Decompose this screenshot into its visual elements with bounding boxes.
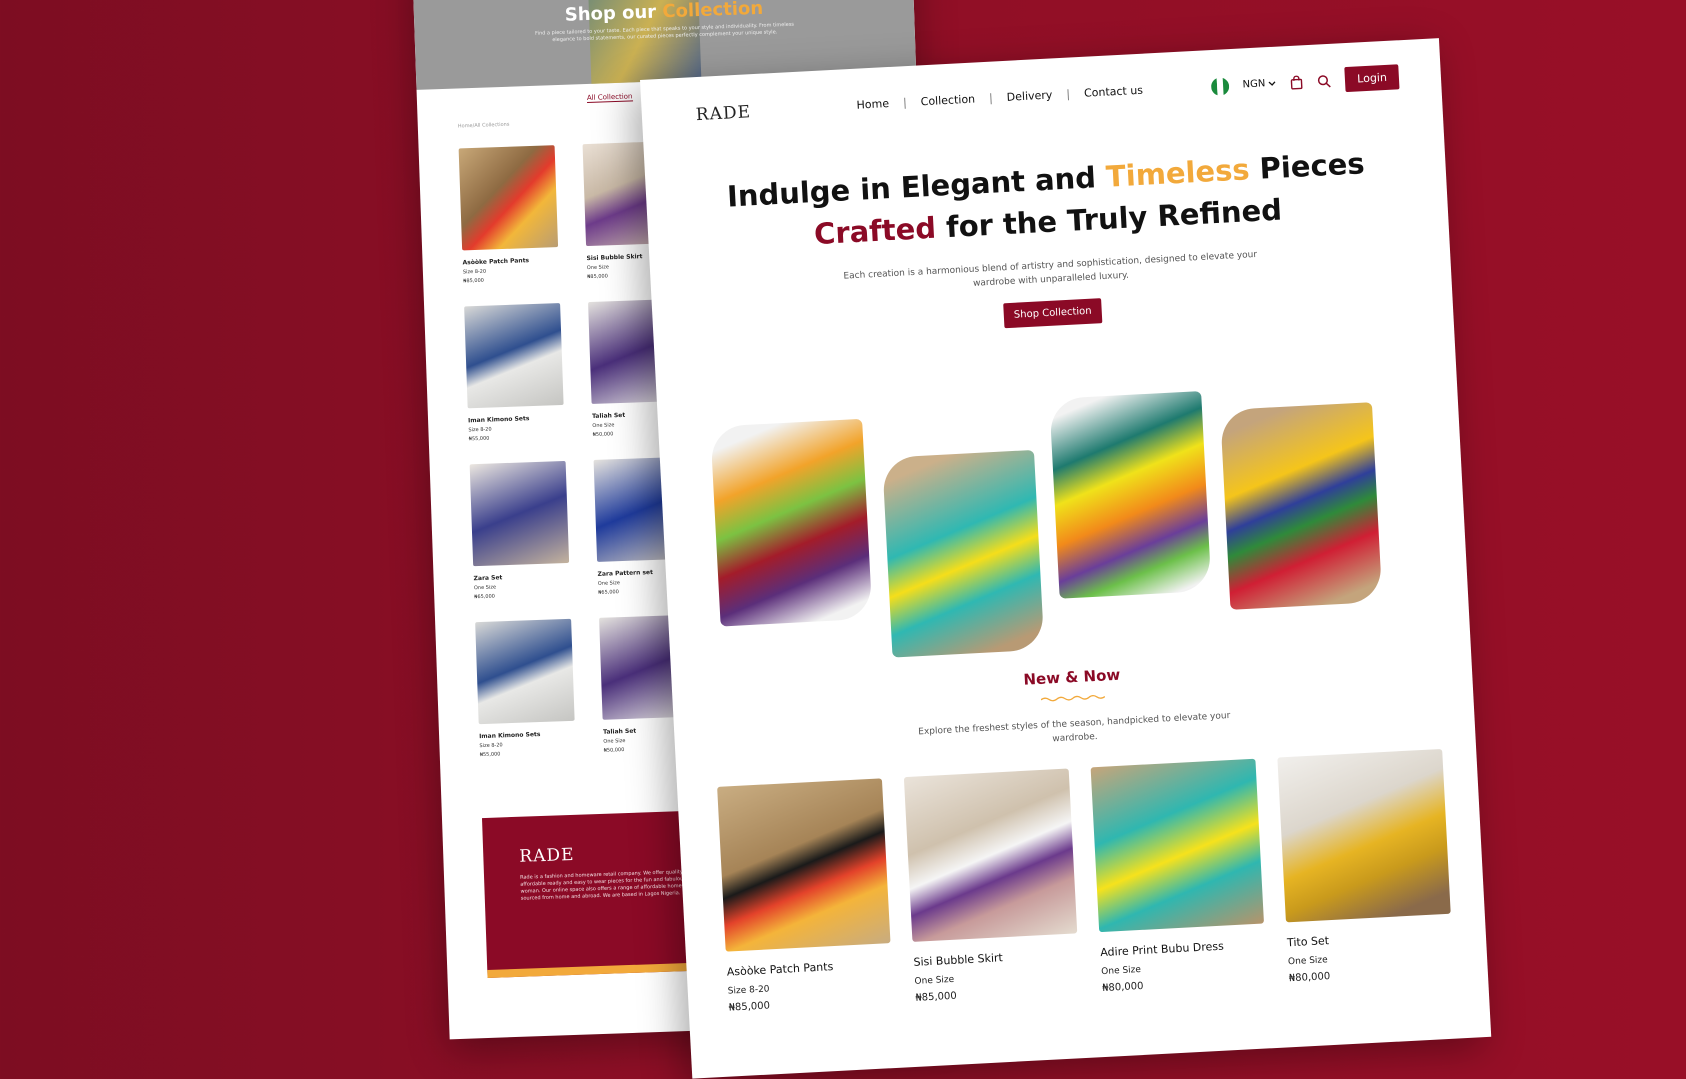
nav-home[interactable]: Home: [856, 97, 889, 112]
product-image[interactable]: [717, 778, 891, 952]
product-size: Size 8-20: [727, 984, 770, 997]
nav-links: Home | Collection | Delivery | Contact u…: [856, 84, 1143, 112]
product-size: Size 8-20: [468, 426, 492, 434]
footer-logo[interactable]: RADE: [519, 845, 575, 867]
product-name[interactable]: Tito Set: [1287, 928, 1452, 949]
product-image[interactable]: [464, 303, 564, 409]
product-card[interactable]: Zara Set One Size ₦65,000: [469, 460, 585, 601]
nav-separator: |: [1066, 87, 1071, 101]
brand-logo[interactable]: RADE: [695, 102, 751, 125]
collection-title-accent: Collection: [662, 0, 764, 23]
currency-label: NGN: [1242, 78, 1266, 91]
product-price: ₦85,000: [915, 990, 958, 1004]
headline-part: for the Truly Refined: [945, 192, 1283, 245]
hero-section: Indulge in Elegant and Timeless Pieces C…: [645, 138, 1453, 347]
product-name: Zara Set: [473, 574, 503, 583]
product-size: One Size: [914, 974, 955, 987]
nav-delivery[interactable]: Delivery: [1006, 88, 1052, 103]
product-image[interactable]: [1277, 748, 1451, 923]
product-image[interactable]: [1090, 758, 1265, 933]
shop-collection-button[interactable]: Shop Collection: [1003, 298, 1103, 329]
nav-separator: |: [902, 96, 908, 110]
product-image[interactable]: [903, 768, 1078, 942]
product-price: ₦55,000: [468, 435, 490, 443]
product-name: Asòòke Patch Pants: [462, 257, 530, 267]
product-image[interactable]: [469, 460, 570, 567]
product-image[interactable]: [475, 618, 575, 725]
product-card[interactable]: Iman Kimono Sets Size 8-20 ₦55,000: [464, 303, 579, 443]
product-card[interactable]: Iman Kimono Sets Size 8-20 ₦55,000: [475, 618, 590, 758]
tab-all-collection[interactable]: All Collection: [586, 92, 633, 103]
shopping-bag-icon[interactable]: [1290, 74, 1304, 90]
product-size: Size 8-20: [479, 742, 503, 750]
hero-headline: Indulge in Elegant and Timeless Pieces C…: [645, 138, 1448, 264]
nav-separator: |: [988, 91, 994, 105]
nav-collection[interactable]: Collection: [920, 92, 975, 108]
product-card[interactable]: Sisi Bubble Skirt One Size ₦85,000: [903, 768, 1081, 1004]
new-products-list: Asòòke Patch Pants Size 8-20 ₦85,000 Sis…: [717, 748, 1468, 1014]
breadcrumb[interactable]: Home/All Collections: [458, 122, 510, 130]
gallery-image: [1049, 391, 1212, 599]
product-name[interactable]: Sisi Bubble Skirt: [913, 947, 1078, 969]
collection-title-lead: Shop our: [564, 1, 657, 26]
section-subtitle: Explore the freshest styles of the seaso…: [918, 710, 1231, 745]
squiggle-underline-icon: [1040, 694, 1106, 702]
gallery-image: [710, 418, 873, 627]
product-name[interactable]: Asòòke Patch Pants: [726, 957, 891, 979]
nigeria-flag-icon[interactable]: [1210, 76, 1230, 96]
product-size: One Size: [1101, 965, 1142, 978]
gallery-image: [882, 449, 1045, 658]
product-price: ₦55,000: [479, 751, 501, 759]
product-size: One Size: [1287, 955, 1328, 968]
headline-part: Pieces: [1258, 146, 1366, 186]
product-price: ₦80,000: [1288, 971, 1331, 985]
home-page-preview: RADE Home | Collection | Delivery | Cont…: [640, 38, 1492, 1079]
headline-accent: Crafted: [813, 210, 937, 252]
product-size: One Size: [473, 584, 497, 592]
product-price: ₦85,000: [463, 277, 485, 285]
product-name: Iman Kimono Sets: [479, 730, 541, 741]
nav-actions: NGN Login: [1210, 64, 1400, 99]
product-size: Size 8-20: [462, 268, 487, 276]
product-price: ₦65,000: [474, 593, 496, 601]
product-card[interactable]: Tito Set One Size ₦80,000: [1277, 748, 1454, 985]
gallery-image: [1220, 402, 1383, 610]
hero-gallery: [710, 380, 1421, 658]
product-card[interactable]: Asòòke Patch Pants Size 8-20 ₦85,000: [717, 778, 894, 1014]
nav-contact[interactable]: Contact us: [1084, 84, 1144, 100]
search-icon[interactable]: [1317, 73, 1332, 88]
new-and-now-section: New & Now Explore the freshest styles of…: [672, 647, 1475, 766]
footer-description: Rade is a fashion and homeware retail co…: [519, 869, 694, 902]
product-price: ₦80,000: [1101, 980, 1144, 995]
product-name[interactable]: Adire Print Bubu Dress: [1100, 937, 1265, 959]
chevron-down-icon: [1268, 80, 1276, 86]
currency-selector[interactable]: NGN: [1242, 78, 1276, 91]
product-image[interactable]: [458, 145, 559, 251]
login-button[interactable]: Login: [1344, 64, 1400, 93]
product-name: Iman Kimono Sets: [467, 415, 530, 425]
product-card[interactable]: Adire Print Bubu Dress One Size ₦80,000: [1090, 758, 1268, 995]
hero-subtitle: Each creation is a harmonious blend of a…: [843, 249, 1258, 289]
product-card[interactable]: Asòòke Patch Pants Size 8-20 ₦85,000: [458, 145, 574, 285]
headline-accent: Timeless: [1105, 152, 1251, 194]
